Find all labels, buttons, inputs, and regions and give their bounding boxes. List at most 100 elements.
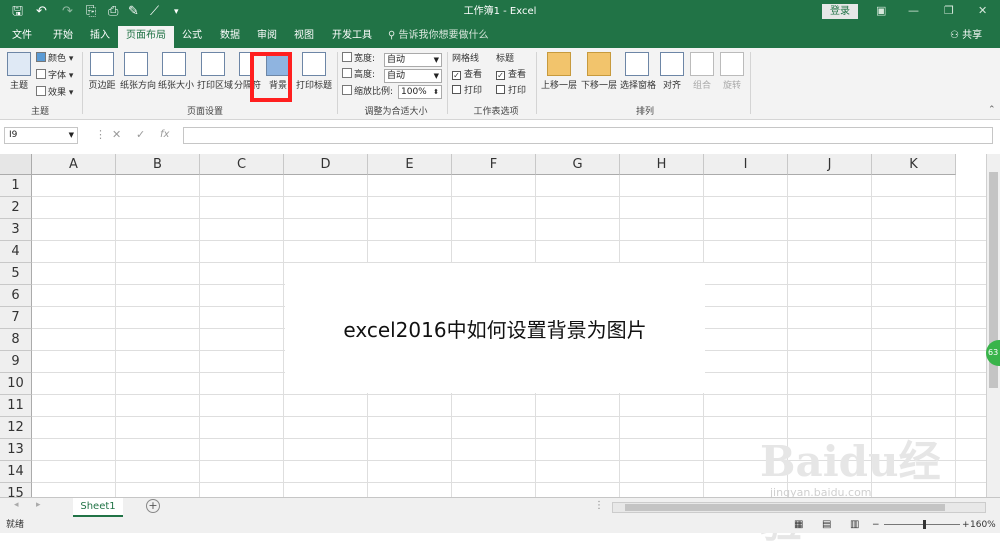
overlay-caption: excel2016中如何设置背景为图片 <box>285 263 705 393</box>
prev-sheet-icon[interactable]: ◂ <box>14 500 19 510</box>
column-header-k[interactable]: K <box>872 154 956 175</box>
select-all-corner[interactable] <box>0 154 32 175</box>
login-button[interactable]: 登录 <box>822 4 858 19</box>
fonts-button[interactable]: 字体 ▾ <box>36 69 73 83</box>
row-header-13[interactable]: 13 <box>0 439 32 461</box>
tab-page-layout[interactable]: 页面布局 <box>118 26 174 48</box>
formula-input[interactable] <box>183 127 993 144</box>
insert-function-icon[interactable]: fx <box>160 128 169 142</box>
themes-button[interactable]: 主题 <box>6 52 32 91</box>
grid-line <box>115 175 116 497</box>
normal-view-icon[interactable]: ▦ <box>794 517 803 533</box>
selection-pane-button[interactable]: 选择窗格 <box>620 52 656 91</box>
headings-print-checkbox[interactable]: 打印 <box>496 84 526 98</box>
tab-review[interactable]: 审阅 <box>257 28 277 44</box>
row-header-5[interactable]: 5 <box>0 263 32 285</box>
column-header-j[interactable]: J <box>788 154 872 175</box>
print-titles-button[interactable]: 打印标题 <box>296 52 332 91</box>
vertical-scrollbar[interactable] <box>986 154 1000 497</box>
row-header-8[interactable]: 8 <box>0 329 32 351</box>
column-header-b[interactable]: B <box>116 154 200 175</box>
colors-button[interactable]: 颜色 ▾ <box>36 52 73 66</box>
row-header-4[interactable]: 4 <box>0 241 32 263</box>
check-icon: ✓ <box>452 71 461 80</box>
scale-spinner[interactable]: 100% ⬍ <box>398 85 442 99</box>
horizontal-scrollbar[interactable] <box>612 502 986 513</box>
restore-icon[interactable]: ❐ <box>944 4 954 18</box>
zoom-slider-handle[interactable] <box>923 520 926 529</box>
share-button[interactable]: ⚇ 共享 <box>950 29 982 43</box>
print-area-button[interactable]: 打印区域 <box>197 52 233 91</box>
height-select[interactable]: 自动 ▼ <box>384 69 442 83</box>
grid-line <box>283 175 284 497</box>
add-sheet-icon[interactable]: + <box>146 499 160 513</box>
row-header-2[interactable]: 2 <box>0 197 32 219</box>
width-select[interactable]: 自动 ▼ <box>384 53 442 67</box>
tab-home[interactable]: 开始 <box>53 28 73 44</box>
tab-insert[interactable]: 插入 <box>90 28 110 44</box>
tab-file[interactable]: 文件 <box>12 28 32 44</box>
effects-button[interactable]: 效果 ▾ <box>36 86 73 100</box>
tab-formulas[interactable]: 公式 <box>182 28 202 44</box>
tab-developer[interactable]: 开发工具 <box>332 28 372 44</box>
effects-icon <box>36 86 46 96</box>
row-header-11[interactable]: 11 <box>0 395 32 417</box>
row-header-7[interactable]: 7 <box>0 307 32 329</box>
zoom-in-icon[interactable]: + <box>962 517 970 533</box>
column-header-g[interactable]: G <box>536 154 620 175</box>
cancel-icon[interactable]: ✕ <box>112 128 121 142</box>
row-header-3[interactable]: 3 <box>0 219 32 241</box>
minimize-icon[interactable]: — <box>908 4 919 18</box>
row-header-14[interactable]: 14 <box>0 461 32 483</box>
tell-me-box[interactable]: ⚲ 告诉我你想要做什么 <box>388 29 489 43</box>
tab-data[interactable]: 数据 <box>220 28 240 44</box>
check-icon: ✓ <box>496 71 505 80</box>
column-header-i[interactable]: I <box>704 154 788 175</box>
row-header-6[interactable]: 6 <box>0 285 32 307</box>
row-header-10[interactable]: 10 <box>0 373 32 395</box>
orientation-button[interactable]: 纸张方向 <box>120 52 156 91</box>
column-header-d[interactable]: D <box>284 154 368 175</box>
zoom-slider[interactable] <box>884 524 960 525</box>
row-header-9[interactable]: 9 <box>0 351 32 373</box>
rotate-button[interactable]: 旋转 <box>720 52 744 91</box>
column-header-a[interactable]: A <box>32 154 116 175</box>
ribbon-display-icon[interactable]: ▣ <box>876 4 886 18</box>
align-button[interactable]: 对齐 <box>660 52 684 91</box>
column-header-f[interactable]: F <box>452 154 536 175</box>
next-sheet-icon[interactable]: ▸ <box>36 500 41 510</box>
column-header-e[interactable]: E <box>368 154 452 175</box>
row-header-15[interactable]: 15 <box>0 483 32 497</box>
group-button[interactable]: 组合 <box>690 52 714 91</box>
scroll-thumb[interactable] <box>625 504 945 511</box>
zoom-out-icon[interactable]: − <box>872 517 880 533</box>
gridlines-heading: 网格线 <box>452 54 480 64</box>
margins-button[interactable]: 页边距 <box>88 52 116 91</box>
close-icon[interactable]: ✕ <box>978 4 987 18</box>
bring-forward-button[interactable]: 上移一层 <box>540 52 578 91</box>
sheet-tab-bar: ◂ ▸ Sheet1 + ⋮ <box>0 497 1000 517</box>
page-break-view-icon[interactable]: ▥ <box>850 517 859 533</box>
collapse-ribbon-icon[interactable]: ⌃ <box>988 105 996 115</box>
size-button[interactable]: 纸张大小 <box>158 52 194 91</box>
lightbulb-icon: ⚲ <box>388 30 399 41</box>
row-header-12[interactable]: 12 <box>0 417 32 439</box>
page-layout-view-icon[interactable]: ▤ <box>822 517 831 533</box>
enter-icon[interactable]: ✓ <box>136 128 145 142</box>
name-box[interactable]: I9 ▼ <box>4 127 78 144</box>
headings-view-checkbox[interactable]: ✓ 查看 <box>496 68 526 82</box>
send-backward-button[interactable]: 下移一层 <box>580 52 618 91</box>
row-header-1[interactable]: 1 <box>0 175 32 197</box>
headings-heading: 标题 <box>496 54 515 64</box>
gridlines-view-checkbox[interactable]: ✓ 查看 <box>452 68 482 82</box>
tab-view[interactable]: 视图 <box>294 28 314 44</box>
column-header-c[interactable]: C <box>200 154 284 175</box>
column-header-h[interactable]: H <box>620 154 704 175</box>
gridlines-print-checkbox[interactable]: 打印 <box>452 84 482 98</box>
sheet-tab-sheet1[interactable]: Sheet1 <box>73 498 123 517</box>
bring-forward-icon <box>547 52 571 76</box>
tell-me-text: 告诉我你想要做什么 <box>398 30 489 41</box>
zoom-level[interactable]: 160% <box>970 517 996 533</box>
print-titles-icon <box>302 52 326 76</box>
print-area-icon <box>201 52 225 76</box>
